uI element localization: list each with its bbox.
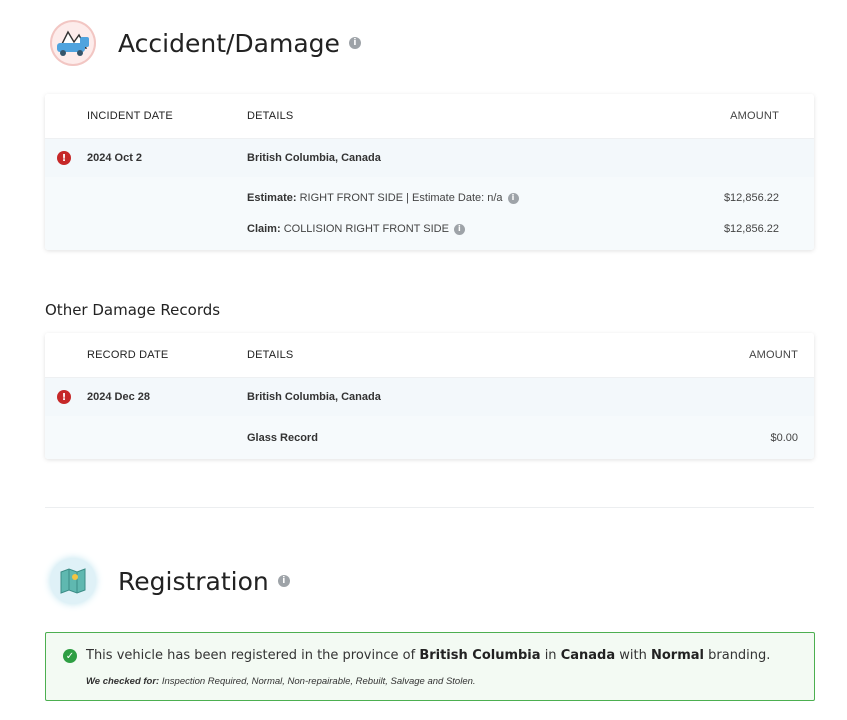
registration-section-header: Registration i bbox=[50, 558, 290, 604]
message-country: Canada bbox=[560, 648, 616, 663]
table-row: ! 2024 Dec 28 British Columbia, Canada bbox=[45, 378, 814, 416]
record-date: 2024 Dec 28 bbox=[87, 391, 150, 403]
estimate-text: RIGHT FRONT SIDE | Estimate Date: n/a bbox=[299, 192, 503, 204]
check-circle-icon: ✓ bbox=[63, 649, 77, 663]
info-icon[interactable]: i bbox=[277, 575, 290, 587]
glass-record-amount: $0.00 bbox=[770, 432, 798, 444]
table-header-row: INCIDENT DATE DETAILS AMOUNT bbox=[45, 94, 814, 139]
record-date-header: RECORD DATE bbox=[87, 349, 169, 361]
accident-table: INCIDENT DATE DETAILS AMOUNT ! 2024 Oct … bbox=[45, 94, 814, 250]
other-damage-title: Other Damage Records bbox=[45, 301, 221, 319]
message-prefix: This vehicle has been registered in the … bbox=[86, 648, 416, 663]
info-icon[interactable]: i bbox=[348, 37, 361, 49]
registration-message: This vehicle has been registered in the … bbox=[86, 648, 770, 663]
checked-for-label: We checked for: bbox=[86, 676, 160, 687]
amount-header: AMOUNT bbox=[749, 349, 798, 361]
table-row: Glass Record $0.00 bbox=[45, 416, 814, 459]
estimate-amount: $12,856.22 bbox=[723, 192, 779, 204]
accident-section-title: Accident/Damage bbox=[118, 28, 340, 58]
message-province: British Columbia bbox=[419, 648, 541, 663]
record-location: British Columbia, Canada bbox=[247, 391, 381, 403]
message-with: with bbox=[619, 648, 647, 663]
registration-section-title: Registration bbox=[118, 566, 269, 596]
section-divider bbox=[45, 507, 814, 508]
claim-detail: Claim: COLLISION RIGHT FRONT SIDE i bbox=[247, 214, 465, 244]
claim-amount: $12,856.22 bbox=[723, 223, 779, 235]
glass-record-label: Glass Record bbox=[247, 432, 318, 444]
incident-date-header: INCIDENT DATE bbox=[87, 110, 173, 122]
incident-date: 2024 Oct 2 bbox=[87, 152, 143, 164]
message-in: in bbox=[544, 648, 557, 663]
alert-icon: ! bbox=[57, 151, 71, 165]
checked-for-line: We checked for: Inspection Required, Nor… bbox=[86, 676, 476, 687]
incident-location: British Columbia, Canada bbox=[247, 152, 381, 164]
accident-section-header: Accident/Damage i bbox=[50, 20, 361, 66]
details-header: DETAILS bbox=[247, 110, 294, 122]
alert-icon: ! bbox=[57, 390, 71, 404]
estimate-label: Estimate: bbox=[247, 192, 297, 204]
map-icon bbox=[50, 558, 96, 604]
message-branding: Normal bbox=[650, 648, 704, 663]
amount-header: AMOUNT bbox=[730, 110, 779, 122]
info-icon[interactable]: i bbox=[507, 192, 519, 204]
info-icon[interactable]: i bbox=[453, 223, 465, 235]
claim-text: COLLISION RIGHT FRONT SIDE bbox=[283, 223, 449, 235]
claim-label: Claim: bbox=[247, 223, 281, 235]
table-header-row: RECORD DATE DETAILS AMOUNT bbox=[45, 333, 814, 378]
table-row: ! 2024 Oct 2 British Columbia, Canada bbox=[45, 139, 814, 177]
tow-truck-icon bbox=[50, 20, 96, 66]
table-row: Estimate: RIGHT FRONT SIDE | Estimate Da… bbox=[45, 177, 814, 250]
other-damage-table: RECORD DATE DETAILS AMOUNT ! 2024 Dec 28… bbox=[45, 333, 814, 459]
checked-for-list: Inspection Required, Normal, Non-repaira… bbox=[161, 676, 476, 687]
message-suffix: branding. bbox=[708, 648, 771, 663]
estimate-detail: Estimate: RIGHT FRONT SIDE | Estimate Da… bbox=[247, 183, 519, 213]
registration-status-box: ✓ This vehicle has been registered in th… bbox=[45, 632, 815, 701]
details-header: DETAILS bbox=[247, 349, 294, 361]
